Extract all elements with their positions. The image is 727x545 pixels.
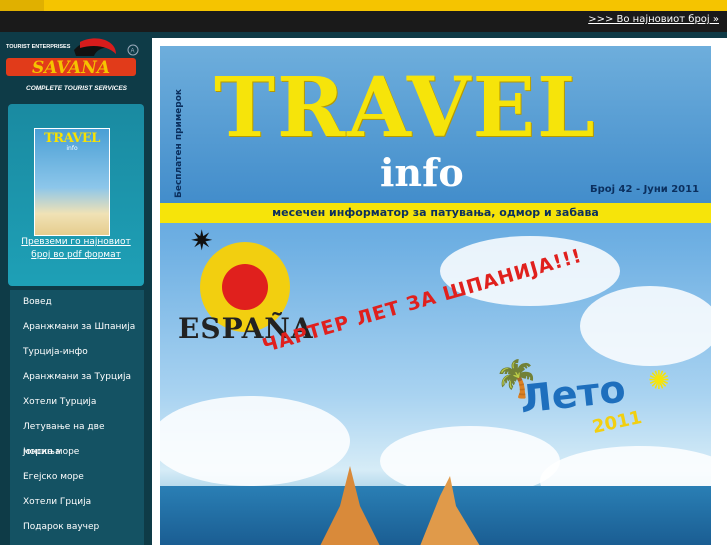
menu-item-aegean-sea[interactable]: Егејско море — [10, 465, 144, 490]
cloud — [580, 286, 711, 366]
logo-badge-letter: A — [131, 49, 135, 55]
menu-item-spain-packages[interactable]: Аранжмани за Шпанија — [10, 315, 144, 340]
menu-item-gift-voucher[interactable]: Подарок ваучер — [10, 515, 144, 540]
sidebar-menu: Вовед Аранжмани за Шпанија Турција-инфо … — [10, 290, 144, 545]
logo-tagline: COMPLETE TOURIST SERVICES — [26, 85, 128, 92]
cover-tagline: месечен информатор за патувања, одмор и … — [160, 203, 711, 223]
espana-star-icon: ✷ — [190, 224, 214, 257]
magazine-cover-thumbnail[interactable]: TRAVEL info — [34, 128, 110, 236]
cover-thumb-subtitle: info — [66, 145, 78, 152]
menu-item-two-seas[interactable]: Летување на две мориња — [10, 415, 144, 457]
latest-issue-link[interactable]: >>> Во најновиот број » — [588, 14, 719, 25]
magazine-cover[interactable]: TRAVEL info Бесплатен примерок Број 42 -… — [160, 46, 711, 545]
pdf-download-link[interactable]: Превземи го најновиот број во pdf формат — [12, 236, 140, 262]
top-accent-notch — [0, 0, 44, 11]
menu-item-greece-hotels[interactable]: Хотели Грција — [10, 490, 144, 515]
espana-red-dot-icon — [222, 264, 268, 310]
sun-flower-icon: ✺ — [648, 366, 670, 396]
cover-subtitle: info — [380, 150, 464, 195]
cover-free-copy-label: Бесплатен примерок — [174, 88, 184, 198]
cover-title: TRAVEL — [214, 60, 597, 156]
menu-item-turkey-info[interactable]: Турција-инфо — [10, 340, 144, 365]
logo-small-text: TOURIST ENTERPRISES — [6, 44, 71, 50]
menu-item-turkey-packages[interactable]: Аранжмани за Турција — [10, 365, 144, 390]
menu-item-ionian-sea[interactable]: Јонско море — [10, 440, 144, 465]
savana-logo[interactable]: TOURIST ENTERPRISES SAVANA COMPLETE TOUR… — [4, 36, 144, 96]
pdf-promo-box: TRAVEL info Превземи го најновиот број в… — [8, 104, 144, 286]
logo-brand: SAVANA — [32, 58, 110, 78]
starfish-icon — [320, 466, 480, 545]
top-nav-strip: >>> Во најновиот број » — [0, 11, 727, 32]
menu-item-voved[interactable]: Вовед — [10, 290, 144, 315]
top-accent-bar — [0, 0, 727, 11]
cover-thumb-title: TRAVEL — [44, 131, 100, 146]
menu-item-turkey-hotels[interactable]: Хотели Турција — [10, 390, 144, 415]
cover-issue-number: Број 42 - Јуни 2011 — [590, 184, 700, 195]
